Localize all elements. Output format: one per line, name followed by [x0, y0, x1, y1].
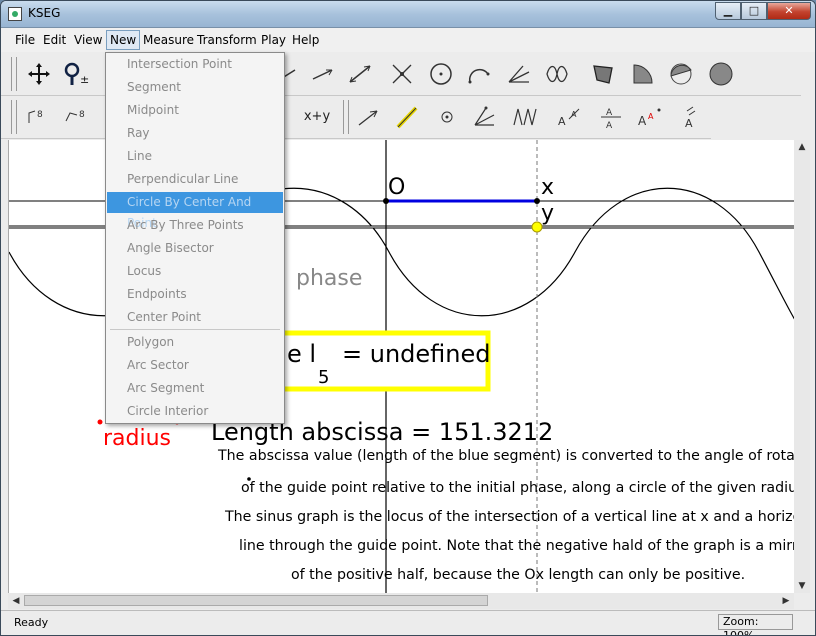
menu-item-arc-by-three-points[interactable]: Arc By Three Points	[107, 215, 283, 236]
menu-measure[interactable]: Measure	[143, 33, 194, 47]
svg-text:A: A	[606, 121, 613, 129]
close-button[interactable]: ✕	[767, 2, 811, 20]
menu-file[interactable]: File	[15, 33, 35, 47]
perpendicular-icon[interactable]	[386, 57, 418, 91]
new-menu-dropdown: Intersection Point Segment Midpoint Ray …	[105, 52, 285, 424]
menu-view[interactable]: View	[74, 33, 102, 47]
arc-sector-icon[interactable]	[627, 57, 659, 91]
label-x: x	[541, 175, 554, 200]
svg-text:A: A	[558, 115, 566, 128]
point-x	[534, 198, 540, 204]
label-c-icon[interactable]: AA	[633, 100, 665, 134]
status-text: Ready	[14, 616, 49, 629]
svg-text:8: 8	[79, 110, 85, 120]
measure-angle-icon[interactable]	[468, 100, 500, 134]
toolbar-grip[interactable]	[11, 100, 17, 134]
menu-help[interactable]: Help	[292, 33, 319, 47]
svg-text:A: A	[571, 110, 577, 119]
circle-icon[interactable]	[425, 57, 457, 91]
menu-item-locus[interactable]: Locus	[107, 261, 283, 282]
menu-play[interactable]: Play	[261, 33, 286, 47]
menu-item-circle-interior[interactable]: Circle Interior	[107, 401, 283, 422]
rotate-icon[interactable]: 8	[59, 100, 91, 134]
menu-edit[interactable]: Edit	[43, 33, 66, 47]
label-y: y	[541, 201, 554, 226]
label-b-icon[interactable]: AA	[595, 100, 627, 134]
arc-icon[interactable]	[463, 57, 495, 91]
zoom-indicator: Zoom: 100%	[718, 614, 793, 635]
svg-text:A: A	[685, 117, 693, 129]
measure-suffix: = undefined	[342, 340, 491, 368]
arc-segment-icon[interactable]	[665, 57, 697, 91]
label-d-icon[interactable]: A	[673, 100, 705, 134]
app-icon	[8, 7, 22, 21]
menu-item-line[interactable]: Line	[107, 146, 283, 167]
scroll-down-icon[interactable]: ▼	[794, 581, 810, 591]
zoom-icon[interactable]: ±	[59, 57, 91, 91]
measure-ratio-icon[interactable]	[508, 100, 540, 134]
maximize-button[interactable]: □	[741, 2, 767, 20]
scroll-up-icon[interactable]: ▲	[794, 142, 810, 152]
polygon-icon[interactable]	[587, 57, 619, 91]
toolbar-grip[interactable]	[343, 100, 349, 134]
horizontal-scrollbar[interactable]: ◀ ▶	[8, 593, 794, 609]
menu-item-arc-sector[interactable]: Arc Sector	[107, 355, 283, 376]
menu-item-endpoints[interactable]: Endpoints	[107, 284, 283, 305]
window-title: KSEG	[28, 6, 61, 20]
paragraph-line-2: of the guide point relative to the initi…	[241, 480, 795, 496]
menu-new[interactable]: New	[106, 30, 141, 50]
svg-text:A: A	[638, 114, 647, 128]
menu-item-polygon[interactable]: Polygon	[107, 332, 283, 353]
scroll-right-icon[interactable]: ▶	[778, 596, 794, 606]
menu-item-midpoint[interactable]: Midpoint	[107, 100, 283, 121]
minimize-button[interactable]: ▁	[715, 2, 741, 20]
measure-radius-icon[interactable]	[431, 100, 463, 134]
menu-item-arc-segment[interactable]: Arc Segment	[107, 378, 283, 399]
label-a-icon[interactable]: AA	[553, 100, 585, 134]
title-bar[interactable]: KSEG ▁ □ ✕	[1, 1, 815, 28]
radius-point-left	[97, 419, 103, 425]
status-bar: Ready Zoom: 100%	[1, 610, 815, 635]
angle-bisector-icon[interactable]	[503, 57, 535, 91]
menu-item-angle-bisector[interactable]: Angle Bisector	[107, 238, 283, 259]
measure-length-icon[interactable]	[391, 100, 423, 134]
menu-item-segment[interactable]: Segment	[107, 77, 283, 98]
svg-text:±: ±	[80, 73, 89, 86]
calculate-icon[interactable]: x+y	[297, 100, 337, 134]
line-icon[interactable]	[344, 57, 376, 91]
label-phase: phase	[296, 266, 362, 291]
menu-item-center-point[interactable]: Center Point	[107, 307, 283, 328]
paragraph-line-1: The abscissa value (length of the blue s…	[217, 448, 795, 464]
translate-icon[interactable]: 8	[21, 100, 53, 134]
svg-text:8: 8	[37, 110, 43, 120]
label-radius: radius	[103, 426, 171, 451]
scroll-left-icon[interactable]: ◀	[8, 596, 24, 606]
menu-item-perpendicular-line[interactable]: Perpendicular Line	[107, 169, 283, 190]
menu-transform[interactable]: Transform	[197, 33, 257, 47]
vertical-scrollbar[interactable]: ▲ ▼	[794, 140, 810, 593]
ray-icon[interactable]	[306, 57, 338, 91]
paragraph-line-3: The sinus graph is the locus of the inte…	[224, 509, 795, 525]
svg-text:A: A	[648, 112, 654, 121]
paragraph-line-4: line through the guide point. Note that …	[239, 538, 795, 554]
measure-distance-icon[interactable]	[353, 100, 385, 134]
kseg-window: KSEG ▁ □ ✕ File Edit View New Measure Tr…	[0, 0, 816, 636]
locus-icon[interactable]	[541, 57, 573, 91]
menu-item-intersection-point[interactable]: Intersection Point	[107, 54, 283, 75]
move-icon[interactable]	[23, 57, 55, 91]
toolbar-grip[interactable]	[11, 57, 17, 91]
menu-item-ray[interactable]: Ray	[107, 123, 283, 144]
paragraph-line-5: of the positive half, because the Ox len…	[291, 567, 745, 583]
small-point	[247, 477, 251, 481]
horizontal-scroll-thumb[interactable]	[24, 595, 488, 606]
menu-bar: File Edit View New Measure Transform Pla…	[1, 28, 815, 52]
circle-interior-icon[interactable]	[705, 57, 737, 91]
measure-prefix: e l	[287, 340, 316, 368]
label-O: O	[388, 175, 405, 200]
menu-item-circle-by-center-and-point[interactable]: Circle By Center And Point	[107, 192, 283, 230]
menu-separator	[110, 329, 280, 330]
measure-subscript: 5	[318, 367, 329, 388]
